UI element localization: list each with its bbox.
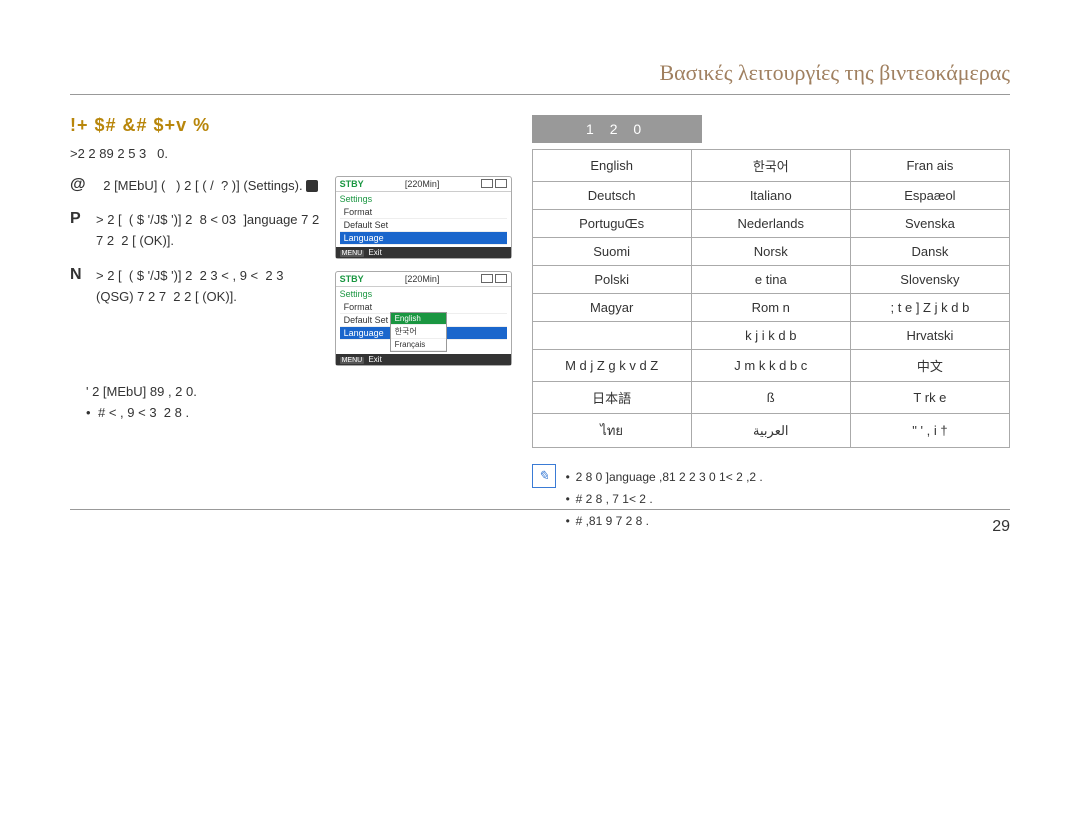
language-cell: 中文 xyxy=(850,350,1009,382)
camera-screen-settings: STBY [220Min] Settings Format Default Se… xyxy=(335,176,512,259)
section-title: !+ $# &# $+v % xyxy=(70,115,512,136)
after-step-text: ' 2 [MEbU] 89 , 2 0. xyxy=(86,384,512,399)
language-cell: English xyxy=(532,150,691,182)
language-cell xyxy=(532,322,691,350)
header-divider xyxy=(70,94,1010,95)
language-cell: e tina xyxy=(691,266,850,294)
language-cell: Norsk xyxy=(691,238,850,266)
chapter-title: Βασικές λειτουργίες της βιντεοκάμερας xyxy=(70,60,1010,86)
after-step-bullet: # < , 9 < 3 2 8 . xyxy=(86,403,512,423)
language-cell: العربية xyxy=(691,414,850,448)
language-cell: Fran ais xyxy=(850,150,1009,182)
note-item: # ,81 9 7 2 8 . xyxy=(566,512,763,530)
sd-icon xyxy=(481,274,493,283)
language-cell: Suomi xyxy=(532,238,691,266)
language-cell: Hrvatski xyxy=(850,322,1009,350)
language-cell: Espaæol xyxy=(850,182,1009,210)
instruction-steps: @ 2 [MEbU] ( ) 2 [ ( / ? )] (Settings). … xyxy=(70,176,322,378)
step-1-text: 2 [MEbU] ( ) 2 [ ( / ? )] (Settings). xyxy=(96,178,303,193)
language-cell: ; t e ] Z j k d b xyxy=(850,294,1009,322)
exit-label: Exit xyxy=(368,355,381,364)
note-icon: ✎ xyxy=(532,464,556,488)
step-text: 2 [MEbU] ( ) 2 [ ( / ? )] (Settings). xyxy=(96,176,322,197)
note-body: 2 8 0 ]anguage ,81 2 2 3 0 1< 2 ,2 . # 2… xyxy=(566,464,763,530)
menu-item-language[interactable]: Language xyxy=(340,232,507,245)
language-cell: Italiano xyxy=(691,182,850,210)
submenu-francais[interactable]: Français xyxy=(391,339,446,351)
language-cell: Deutsch xyxy=(532,182,691,210)
language-cell: Rom n xyxy=(691,294,850,322)
page-number: 29 xyxy=(992,518,1010,536)
menu-item-format[interactable]: Format xyxy=(340,206,507,219)
language-cell: 한국어 xyxy=(691,150,850,182)
footer-divider xyxy=(70,509,1010,510)
menu-badge: MENU xyxy=(340,250,365,257)
step-number: @ xyxy=(70,176,88,197)
exit-label: Exit xyxy=(368,248,381,257)
language-cell: Nederlands xyxy=(691,210,850,238)
battery-icon xyxy=(495,274,507,283)
step-number: N xyxy=(70,266,88,308)
menu-heading: Settings xyxy=(340,194,507,204)
step-number: P xyxy=(70,210,88,252)
note-item: # 2 8 , 7 1< 2 . xyxy=(566,490,763,508)
intro-text: >2 2 89 2 5 3 0. xyxy=(70,144,512,164)
stby-label: STBY xyxy=(340,274,364,284)
camera-screen-language: STBY [220Min] Settings Format Default Se… xyxy=(335,271,512,366)
sd-icon xyxy=(481,179,493,188)
language-cell: Svenska xyxy=(850,210,1009,238)
language-submenu: English 한국어 Français xyxy=(390,312,447,352)
menu-badge: MENU xyxy=(340,357,365,364)
language-cell: ไทย xyxy=(532,414,691,448)
language-cell: ß xyxy=(691,382,850,414)
language-cell: Slovensky xyxy=(850,266,1009,294)
note-item: 2 8 0 ]anguage ,81 2 2 3 0 1< 2 ,2 . xyxy=(566,468,763,486)
submenu-english[interactable]: English xyxy=(391,313,446,325)
language-cell: 日本語 xyxy=(532,382,691,414)
language-cell: " ' , i † xyxy=(850,414,1009,448)
language-cell: M d j Z g k v d Z xyxy=(532,350,691,382)
language-table: English한국어Fran ais DeutschItalianoEspaæol… xyxy=(532,149,1010,448)
menu-item-default-set[interactable]: Default Set xyxy=(340,219,507,232)
language-cell: Polski xyxy=(532,266,691,294)
menu-heading: Settings xyxy=(340,289,507,299)
rec-time: [220Min] xyxy=(405,274,440,284)
settings-icon xyxy=(306,180,318,192)
language-cell: Dansk xyxy=(850,238,1009,266)
stby-label: STBY xyxy=(340,179,364,189)
battery-icon xyxy=(495,179,507,188)
step-text: > 2 [ ( $ '/J$ ')] 2 2 3 < , 9 < 2 3 (QS… xyxy=(96,266,322,308)
options-heading: 1 2 0 xyxy=(532,115,702,143)
submenu-korean[interactable]: 한국어 xyxy=(391,325,446,339)
language-cell: T rk e xyxy=(850,382,1009,414)
language-cell: Magyar xyxy=(532,294,691,322)
language-cell: k j i k d b xyxy=(691,322,850,350)
language-cell: J m k k d b c xyxy=(691,350,850,382)
rec-time: [220Min] xyxy=(405,179,440,189)
language-cell: PortuguŒs xyxy=(532,210,691,238)
step-text: > 2 [ ( $ '/J$ ')] 2 8 < 03 ]anguage 7 2… xyxy=(96,210,322,252)
